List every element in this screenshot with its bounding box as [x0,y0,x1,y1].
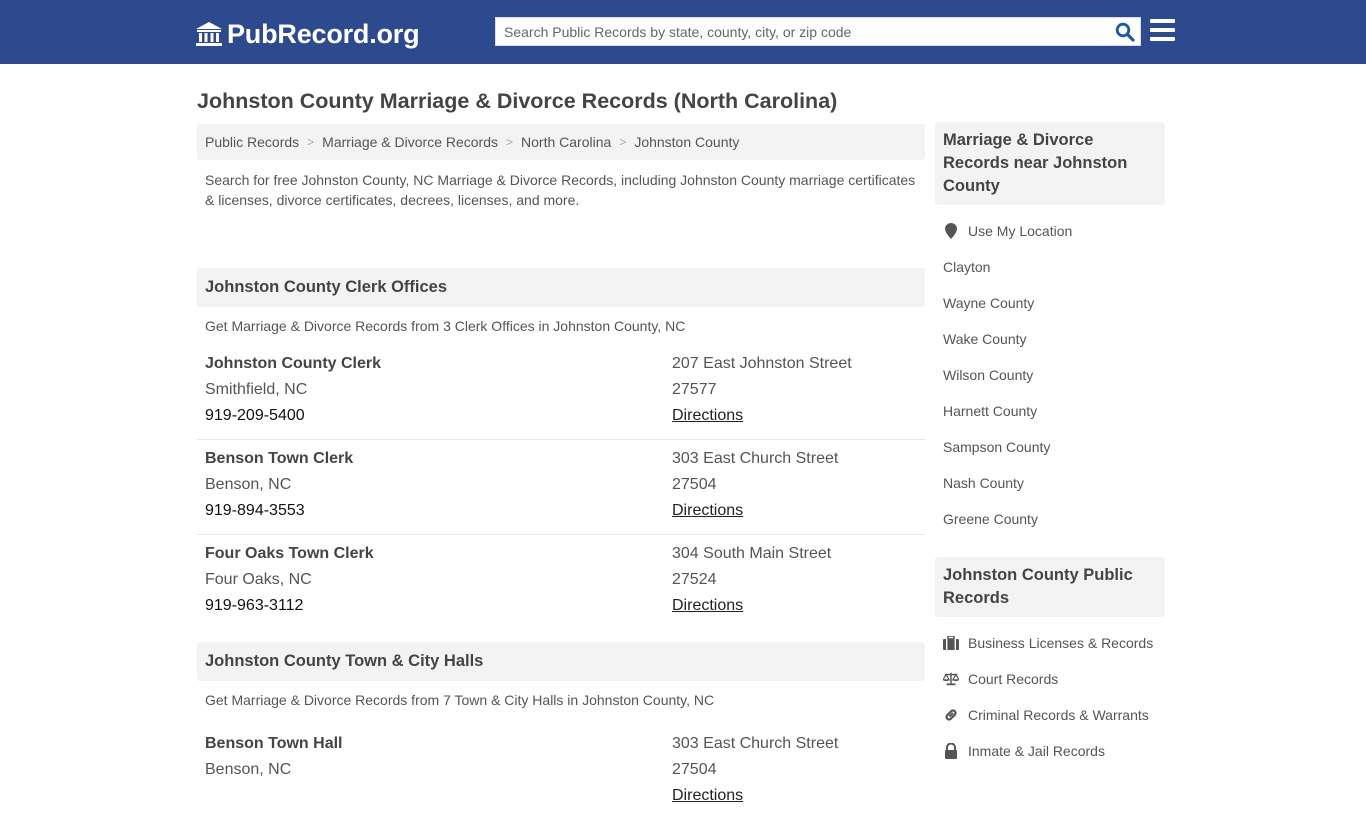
listing-street: 303 East Church Street [672,450,839,467]
listing-name: Benson Town Clerk [205,450,354,467]
listing-name: Four Oaks Town Clerk [205,545,374,562]
public-records-list: Business Licenses & Records Court Record… [935,617,1165,769]
listing-zip: 27504 [672,476,717,493]
nearby-link-harnett-county[interactable]: Harnett County [935,393,1165,429]
listing-city: Benson, NC [205,476,292,493]
nearby-link-nash-county[interactable]: Nash County [935,465,1165,501]
listing-item: Four Oaks Town Clerk Four Oaks, NC 919-9… [197,535,925,642]
menu-button[interactable] [1150,19,1175,41]
breadcrumb-separator: > [307,135,315,149]
intro-text: Search for free Johnston County, NC Marr… [205,172,916,208]
sidebar-item-court-records[interactable]: Court Records [935,661,1165,697]
section-subheading: Get Marriage & Divorce Records from 7 To… [205,692,715,708]
page-title: Johnston County Marriage & Divorce Recor… [197,89,838,113]
listing-street: 207 East Johnston Street [672,355,852,372]
listing-city: Smithfield, NC [205,381,308,398]
briefcase-icon [943,635,959,651]
sidebar-item-business-licenses[interactable]: Business Licenses & Records [935,625,1165,661]
breadcrumb-marriage-divorce[interactable]: Marriage & Divorce Records [322,134,498,150]
search-input[interactable] [496,18,1110,45]
listing-city: Benson, NC [205,761,292,778]
directions-link[interactable]: Directions [672,787,743,804]
nearby-link-sampson-county[interactable]: Sampson County [935,429,1165,465]
hamburger-icon-bar [1150,19,1175,23]
link-icon [943,707,959,723]
nearby-list: Use My Location Clayton Wayne County Wak… [935,205,1165,537]
sidebar-item-criminal-records[interactable]: Criminal Records & Warrants [935,697,1165,733]
lock-icon [943,743,959,759]
listing-street: 304 South Main Street [672,545,832,562]
listing-phone[interactable]: 919-963-3112 [205,593,672,619]
nearby-link-wilson-county[interactable]: Wilson County [935,357,1165,393]
sidebar-item-inmate-jail-records[interactable]: Inmate & Jail Records [935,733,1165,769]
breadcrumb-north-carolina[interactable]: North Carolina [521,134,611,150]
map-marker-icon [943,223,959,239]
section-heading-clerk-offices: Johnston County Clerk Offices [197,268,925,307]
directions-link[interactable]: Directions [672,502,743,519]
nearby-link-wake-county[interactable]: Wake County [935,321,1165,357]
nearby-link-greene-county[interactable]: Greene County [935,501,1165,537]
search-box [495,17,1141,46]
sidebar-heading-public-records: Johnston County Public Records [935,557,1165,617]
nearby-link-wayne-county[interactable]: Wayne County [935,285,1165,321]
site-logo[interactable]: PubRecord.org [195,17,420,51]
directions-link[interactable]: Directions [672,407,743,424]
listing-zip: 27504 [672,761,717,778]
breadcrumb-separator: > [619,135,627,149]
hamburger-icon-bar [1150,37,1175,41]
sidebar-item-label: Business Licenses & Records [968,635,1154,651]
hamburger-icon-bar [1150,28,1175,32]
use-my-location-label: Use My Location [968,223,1073,239]
search-icon [1115,22,1135,42]
site-header: PubRecord.org [0,0,1366,64]
listing-phone[interactable]: 919-209-5400 [205,403,672,429]
section-subheading: Get Marriage & Divorce Records from 3 Cl… [205,318,686,334]
sidebar-item-label: Criminal Records & Warrants [968,707,1149,723]
sidebar-item-label: Inmate & Jail Records [968,743,1105,759]
listing-phone[interactable]: 919-894-3553 [205,498,672,524]
listing-item: Benson Town Hall Benson, NC 303 East Chu… [197,725,925,820]
courthouse-icon [195,21,223,47]
logo-text: PubRecord.org [227,19,420,49]
listing-item: Benson Town Clerk Benson, NC 919-894-355… [197,440,925,535]
sidebar-item-label: Court Records [968,671,1059,687]
listing-city: Four Oaks, NC [205,571,312,588]
listing-zip: 27524 [672,571,717,588]
listing-zip: 27577 [672,381,717,398]
breadcrumb: Public Records > Marriage & Divorce Reco… [197,124,925,160]
breadcrumb-johnston-county[interactable]: Johnston County [634,134,739,150]
listing-item: Johnston County Clerk Smithfield, NC 919… [197,345,925,440]
sidebar: Marriage & Divorce Records near Johnston… [935,122,1165,769]
listing-street: 303 East Church Street [672,735,839,752]
breadcrumb-public-records[interactable]: Public Records [205,134,299,150]
main-content: Public Records > Marriage & Divorce Reco… [197,124,925,820]
listing-name: Johnston County Clerk [205,355,382,372]
breadcrumb-separator: > [506,135,514,149]
search-button[interactable] [1110,18,1140,45]
use-my-location-link[interactable]: Use My Location [935,213,1165,249]
listing-name: Benson Town Hall [205,735,343,752]
directions-link[interactable]: Directions [672,597,743,614]
section-heading-town-city-halls: Johnston County Town & City Halls [197,642,925,681]
scale-icon [943,671,959,687]
sidebar-heading-nearby: Marriage & Divorce Records near Johnston… [935,122,1165,205]
nearby-link-clayton[interactable]: Clayton [935,249,1165,285]
